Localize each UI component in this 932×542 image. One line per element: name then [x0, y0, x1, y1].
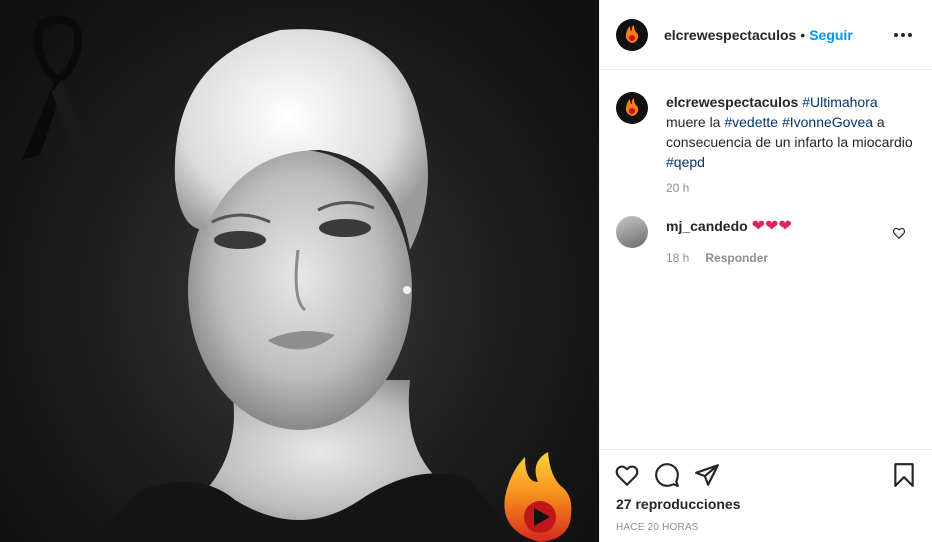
post-timestamp[interactable]: HACE 20 HORAS [616, 522, 699, 533]
comment-body: ❤❤❤ [751, 218, 792, 235]
author-username[interactable]: elcrewespectaculos [664, 27, 796, 43]
reply-button[interactable]: Responder [705, 251, 768, 265]
separator: • [800, 26, 806, 43]
post-actions: 27 reproducciones HACE 20 HORAS [600, 449, 932, 542]
heart-icon[interactable] [614, 462, 640, 488]
comment-item: mj_candedo ❤❤❤ [616, 216, 916, 248]
share-icon[interactable] [694, 462, 720, 488]
post-header: elcrewespectaculos • Seguir [600, 0, 932, 70]
hashtag-link[interactable]: #IvonneGovea [782, 114, 873, 130]
follow-button[interactable]: Seguir [809, 27, 853, 43]
caption-body: muere la [666, 114, 725, 130]
more-options-icon[interactable] [890, 29, 916, 41]
commenter-avatar[interactable] [616, 216, 648, 248]
hashtag-link[interactable]: #qepd [666, 154, 705, 170]
post-sidebar: elcrewespectaculos • Seguir elcrewespect… [599, 0, 932, 542]
bookmark-icon[interactable] [891, 462, 917, 488]
hashtag-link[interactable]: #vedette [724, 114, 778, 130]
caption-text: elcrewespectaculos #Ultimahora muere la … [666, 92, 916, 172]
mourning-ribbon-icon [22, 16, 92, 160]
caption-timestamp[interactable]: 20 h [666, 181, 689, 195]
comment-meta: 18 h Responder [666, 251, 768, 265]
comment-like-heart-icon[interactable] [892, 226, 906, 240]
flame-logo-icon [625, 24, 639, 43]
hashtag-link[interactable]: #Ultimahora [802, 94, 877, 110]
author-avatar[interactable] [616, 18, 648, 51]
post-caption: elcrewespectaculos #Ultimahora muere la … [616, 92, 916, 172]
caption-username[interactable]: elcrewespectaculos [666, 94, 798, 110]
post-media[interactable] [0, 0, 599, 542]
commenter-username[interactable]: mj_candedo [666, 218, 748, 234]
flame-logo-icon [625, 98, 639, 116]
comment-text: mj_candedo ❤❤❤ [666, 216, 792, 248]
caption-avatar[interactable] [616, 92, 648, 124]
comment-timestamp[interactable]: 18 h [666, 251, 689, 265]
comment-icon[interactable] [654, 462, 680, 488]
view-count[interactable]: 27 reproducciones [616, 496, 741, 512]
media-image [22, 16, 572, 542]
flame-logo-icon [504, 452, 572, 542]
